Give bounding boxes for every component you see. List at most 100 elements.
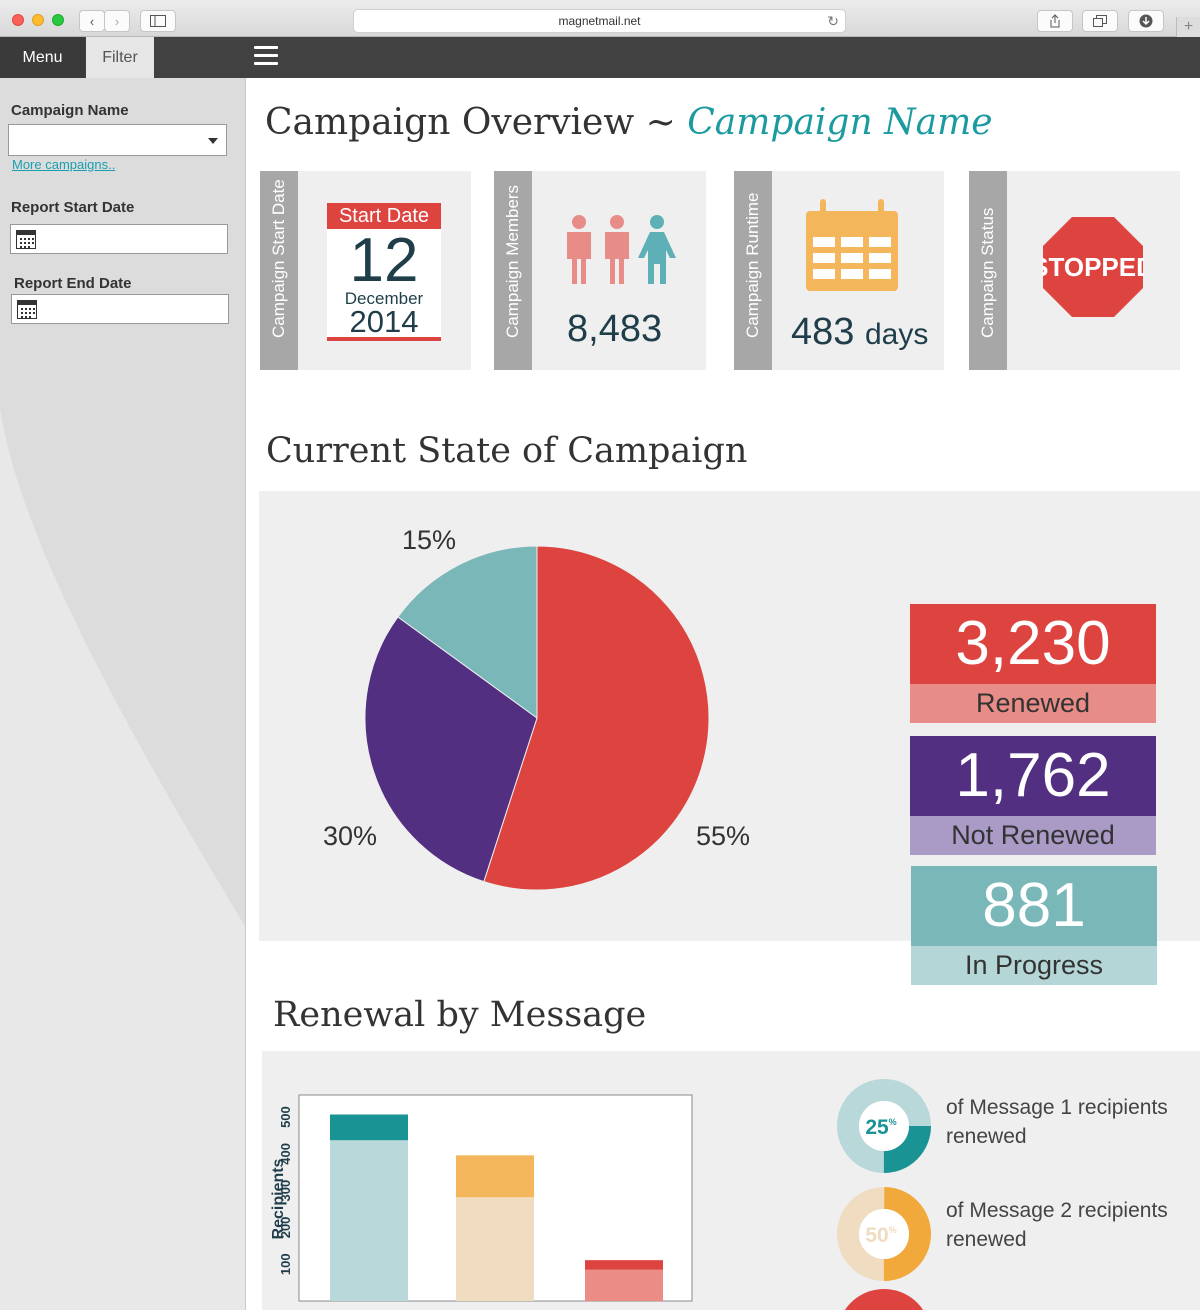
pie-label-in-progress: 15% xyxy=(402,525,457,555)
report-end-date-label: Report End Date xyxy=(14,275,132,292)
donut-2-percent-sign: % xyxy=(889,1225,897,1235)
stat-in-progress-value: 881 xyxy=(911,866,1157,946)
renewal-title: Renewal by Message xyxy=(273,995,647,1035)
runtime-number: 483 xyxy=(791,311,855,353)
stat-renewed-label: Renewed xyxy=(910,684,1156,723)
donut-2-caption: of Message 2 recipients renewed xyxy=(946,1199,1168,1251)
y-tick-label: 200 xyxy=(278,1217,293,1239)
tab-menu[interactable]: Menu xyxy=(0,37,85,78)
status-card: Campaign Status STOPPED xyxy=(969,171,1180,370)
downloads-button[interactable] xyxy=(1128,10,1164,32)
forward-button[interactable]: › xyxy=(104,10,130,32)
status-value: STOPPED xyxy=(1042,252,1144,282)
renewal-panel: Recipients 100 200 300 400 500 25% of Messag… xyxy=(262,1051,1200,1310)
bar-message-3-segment-2 xyxy=(585,1260,663,1270)
reload-icon[interactable]: ↻ xyxy=(827,10,839,32)
stat-not-renewed-value: 1,762 xyxy=(910,736,1156,816)
close-window-button[interactable] xyxy=(12,14,24,26)
stat-renewed-value: 3,230 xyxy=(910,604,1156,684)
status-side-label: Campaign Status xyxy=(978,207,997,338)
browser-toolbar: ‹ › magnetmail.net ↻ + xyxy=(0,0,1200,37)
sidebar-icon xyxy=(150,15,166,27)
state-pie-chart xyxy=(364,545,710,891)
page-title-text: Campaign Overview xyxy=(265,102,635,143)
stat-not-renewed-label: Not Renewed xyxy=(910,816,1156,855)
members-side-label: Campaign Members xyxy=(503,184,522,338)
share-button[interactable] xyxy=(1037,10,1073,32)
y-tick-label: 400 xyxy=(278,1143,293,1165)
runtime-unit: days xyxy=(864,318,929,351)
app-topbar: Menu Filter xyxy=(0,37,1200,78)
people-icon xyxy=(567,215,676,284)
donut-message-2: 50% xyxy=(837,1187,931,1281)
card-side-label: Campaign Runtime xyxy=(734,171,772,370)
start-date-calendar: Start Date 12 December 2014 xyxy=(327,203,441,341)
members-value: 8,483 xyxy=(567,308,663,350)
campaign-name-select[interactable] xyxy=(8,124,227,156)
donut-1-percent-sign: % xyxy=(889,1117,897,1127)
sidebar-background-swoosh xyxy=(0,78,245,927)
runtime-value: 483 days xyxy=(791,311,928,354)
bar-message-3-segment-1 xyxy=(585,1269,663,1301)
tabs-overview-button[interactable] xyxy=(1082,10,1118,32)
donut-1-caption: of Message 1 recipients renewed xyxy=(946,1096,1168,1148)
runtime-side-label: Campaign Runtime xyxy=(743,192,762,338)
share-icon xyxy=(1050,14,1060,28)
calendar-icon[interactable] xyxy=(16,230,36,249)
members-card: Campaign Members 8,483 xyxy=(494,171,706,370)
new-tab-button[interactable]: + xyxy=(1176,17,1200,37)
zoom-window-button[interactable] xyxy=(52,14,64,26)
start-date-card: Campaign Start Date Start Date 12 Decemb… xyxy=(260,171,471,370)
current-state-title: Current State of Campaign xyxy=(266,431,748,471)
address-bar[interactable]: magnetmail.net ↻ xyxy=(353,9,846,33)
page-title-separator: ~ xyxy=(645,102,676,143)
report-end-date-field[interactable] xyxy=(11,294,229,324)
donut-message-1: 25% xyxy=(837,1079,931,1173)
calendar-grid-icon xyxy=(806,199,898,291)
start-date-day: 12 xyxy=(349,226,419,295)
report-start-date-label: Report Start Date xyxy=(11,199,135,216)
sidebar-toggle-button[interactable] xyxy=(140,10,176,32)
caret-down-icon xyxy=(208,138,218,144)
renewal-bar-chart: Recipients 100200300400500 xyxy=(270,1094,693,1302)
main-content: Campaign Overview ~ Campaign Name Campai… xyxy=(247,78,1200,1310)
chevron-left-icon: ‹ xyxy=(89,13,95,29)
y-tick-label: 500 xyxy=(278,1106,293,1128)
y-tick-label: 300 xyxy=(278,1180,293,1202)
donut-2-percent: 50 xyxy=(865,1224,888,1247)
stat-renewed: 3,230 Renewed xyxy=(910,604,1156,723)
pie-label-not-renewed: 30% xyxy=(323,821,378,851)
start-date-year: 2014 xyxy=(349,304,419,339)
chevron-right-icon: › xyxy=(114,13,120,29)
bar-message-1-segment-1 xyxy=(330,1140,408,1301)
stop-sign-icon: STOPPED xyxy=(1042,217,1144,317)
runtime-card: Campaign Runtime 483 days xyxy=(734,171,944,370)
bar-message-1-segment-2 xyxy=(330,1114,408,1141)
page-title: Campaign Overview ~ Campaign Name xyxy=(265,102,993,143)
stat-in-progress: 881 In Progress xyxy=(911,866,1157,985)
back-button[interactable]: ‹ xyxy=(79,10,105,32)
donut-message-3 xyxy=(844,1289,924,1310)
more-campaigns-link[interactable]: More campaigns.. xyxy=(12,157,115,172)
card-side-label: Campaign Members xyxy=(494,171,532,370)
campaign-name-title: Campaign Name xyxy=(687,102,993,143)
calendar-icon[interactable] xyxy=(17,300,37,319)
pie-label-renewed: 55% xyxy=(696,821,751,851)
tabs-icon xyxy=(1093,15,1107,27)
stat-not-renewed: 1,762 Not Renewed xyxy=(910,736,1156,855)
bar-message-2-segment-2 xyxy=(456,1155,534,1198)
minimize-window-button[interactable] xyxy=(32,14,44,26)
start-date-side-label: Campaign Start Date xyxy=(269,179,288,338)
stat-in-progress-label: In Progress xyxy=(911,946,1157,985)
url-text: magnetmail.net xyxy=(558,14,641,28)
hamburger-menu-icon[interactable] xyxy=(254,46,278,68)
card-side-label: Campaign Status xyxy=(969,171,1007,370)
y-tick-label: 100 xyxy=(278,1253,293,1275)
campaign-name-label: Campaign Name xyxy=(11,102,129,119)
bar-message-2-segment-1 xyxy=(456,1197,534,1301)
current-state-panel: 15% 30% 55% 3,230 Renewed 1,762 Not Rene… xyxy=(259,491,1200,985)
tab-filter[interactable]: Filter xyxy=(86,37,154,78)
report-start-date-field[interactable] xyxy=(10,224,228,254)
download-icon xyxy=(1139,14,1153,28)
card-side-label: Campaign Start Date xyxy=(260,171,298,370)
